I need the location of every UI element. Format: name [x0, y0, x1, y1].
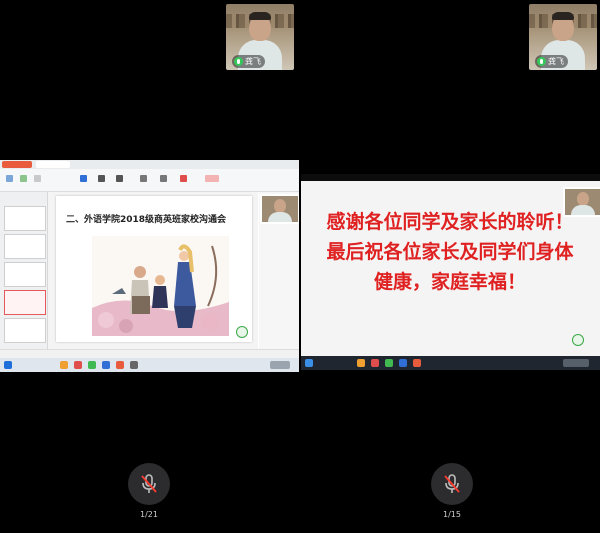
windows-taskbar	[0, 358, 299, 372]
toolbar-icon[interactable]	[180, 175, 187, 182]
slide-canvas: 感谢各位同学及家长的聆听！ 最后祝各位家长及同学们身体 健康，家庭幸福！	[301, 181, 600, 356]
app-badge-icon	[572, 334, 584, 346]
toolbar-icon[interactable]	[116, 175, 123, 182]
slide-thumbnail[interactable]	[4, 234, 46, 259]
page-indicator-right: 1/15	[443, 510, 461, 519]
taskbar-app-icon[interactable]	[371, 359, 379, 367]
slide-canvas: 二、外语学院2018级商英班家校沟通会	[56, 196, 252, 342]
taskbar-app-icon[interactable]	[102, 361, 110, 369]
slide-thumbnail-selected[interactable]	[4, 290, 46, 315]
start-icon[interactable]	[4, 361, 12, 369]
system-tray-icon[interactable]	[563, 359, 589, 367]
mic-on-icon	[537, 57, 546, 66]
participant-name-tag: 龚飞	[232, 55, 265, 68]
mute-button-right[interactable]	[431, 463, 473, 505]
doc-tab[interactable]	[36, 161, 70, 168]
slide-thumbnail[interactable]	[4, 318, 46, 343]
toolbar-icon[interactable]	[34, 175, 41, 182]
side-panel	[259, 192, 299, 349]
message-line-2: 最后祝各位家长及同学们身体	[326, 241, 574, 263]
screen-share-left[interactable]: 二、外语学院2018级商英班家校沟通会	[0, 160, 299, 372]
toolbar-ribbon	[0, 169, 299, 192]
participant-name: 龚飞	[548, 57, 564, 66]
taskbar-app-icon[interactable]	[385, 359, 393, 367]
family-illustration	[92, 236, 229, 336]
microphone-muted-icon	[141, 474, 157, 493]
window-titlebar	[301, 174, 600, 181]
taskbar-app-icon[interactable]	[88, 361, 96, 369]
app-tab[interactable]	[2, 161, 32, 168]
toolbar-icon[interactable]	[98, 175, 105, 182]
toolbar-icon[interactable]	[80, 175, 87, 182]
taskbar-app-icon[interactable]	[130, 361, 138, 369]
slide-thumbnail[interactable]	[4, 206, 46, 231]
toolbar-icon[interactable]	[20, 175, 27, 182]
slide-title: 二、外语学院2018级商英班家校沟通会	[66, 215, 227, 225]
slide-thumbnail[interactable]	[4, 262, 46, 287]
toolbar-icon[interactable]	[160, 175, 167, 182]
screen-share-right[interactable]: 感谢各位同学及家长的聆听！ 最后祝各位家长及同学们身体 健康，家庭幸福！	[301, 174, 600, 370]
page-indicator-left: 1/21	[140, 510, 158, 519]
person-hair	[249, 12, 271, 20]
slide-thumbnail-pane[interactable]	[0, 192, 48, 349]
mic-on-icon	[234, 57, 243, 66]
start-icon[interactable]	[305, 359, 313, 367]
participant-video-right[interactable]: 龚飞	[529, 4, 597, 70]
thank-you-message: 感谢各位同学及家长的聆听！ 最后祝各位家长及同学们身体 健康，家庭幸福！	[305, 207, 595, 297]
message-line-3: 健康，家庭幸福！	[373, 271, 526, 293]
toolbar-icon[interactable]	[6, 175, 13, 182]
taskbar-app-icon[interactable]	[60, 361, 68, 369]
window-titlebar	[0, 160, 299, 169]
slide-editing-area: 二、外语学院2018级商英班家校沟通会	[48, 192, 258, 349]
system-tray-icon[interactable]	[270, 361, 290, 369]
microphone-muted-icon	[444, 474, 460, 493]
person-hair	[552, 12, 574, 20]
toolbar-icon[interactable]	[140, 175, 147, 182]
windows-taskbar	[301, 356, 600, 370]
toolbar-icon[interactable]	[205, 175, 219, 182]
participant-video-left[interactable]: 龚飞	[226, 4, 294, 70]
participant-name: 龚飞	[245, 57, 261, 66]
taskbar-app-icon[interactable]	[357, 359, 365, 367]
presenter-mini-video[interactable]	[260, 194, 299, 224]
participant-name-tag: 龚飞	[535, 55, 568, 68]
taskbar-app-icon[interactable]	[399, 359, 407, 367]
app-badge-icon	[236, 326, 248, 338]
taskbar-app-icon[interactable]	[413, 359, 421, 367]
taskbar-app-icon[interactable]	[116, 361, 124, 369]
mute-button-left[interactable]	[128, 463, 170, 505]
taskbar-app-icon[interactable]	[74, 361, 82, 369]
message-line-1: 感谢各位同学及家长的聆听！	[326, 211, 574, 233]
